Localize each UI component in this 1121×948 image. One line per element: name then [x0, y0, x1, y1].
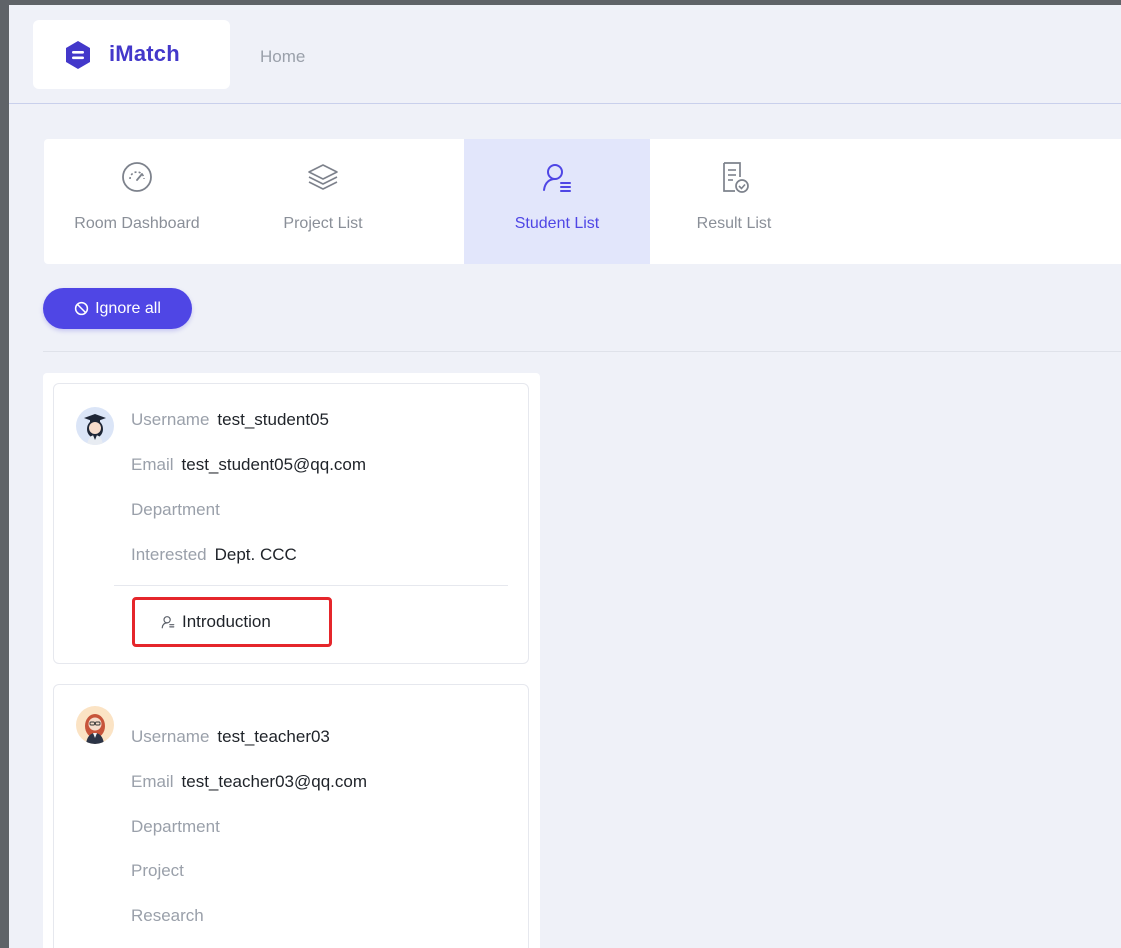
tab-label: Room Dashboard: [74, 215, 200, 232]
document-check-icon: [723, 162, 749, 193]
tab-bar: Room Dashboard Project List Student List: [44, 139, 1121, 264]
field-key: Email: [131, 772, 174, 791]
avatar: [76, 706, 114, 744]
user-list-icon: [543, 164, 571, 192]
student-avatar-icon: [84, 414, 106, 445]
field-email: Email test_teacher03@qq.com: [131, 772, 367, 792]
tab-label: Result List: [696, 215, 772, 232]
user-card: Username test_teacher03 Email test_teacher…: [53, 684, 529, 948]
card-list: Username test_student05 Email test_student…: [43, 373, 540, 948]
field-department: Department: [131, 500, 228, 520]
ignore-all-label: Ignore all: [95, 299, 161, 317]
field-value: test_teacher03: [217, 727, 330, 746]
top-bar: iMatch Home: [9, 5, 1121, 104]
teacher-avatar-icon: [85, 714, 105, 744]
field-username: Username test_teacher03: [131, 727, 330, 747]
app-window: iMatch Home Room Dashboard Project List: [9, 5, 1121, 948]
introduction-label: Introduction: [182, 612, 271, 631]
layers-icon: [308, 164, 338, 190]
logo[interactable]: iMatch: [33, 20, 230, 89]
tab-room-dashboard[interactable]: Room Dashboard: [44, 139, 230, 264]
field-value: test_student05: [217, 410, 329, 429]
user-card: Username test_student05 Email test_student…: [53, 383, 529, 664]
field-interested: Interested Dept. CCC: [131, 545, 297, 565]
field-username: Username test_student05: [131, 410, 329, 430]
tab-student-list[interactable]: Student List: [464, 139, 650, 264]
tab-label: Project List: [283, 215, 363, 232]
app-name: iMatch: [109, 41, 180, 66]
field-value: Dept. CCC: [214, 545, 297, 564]
user-list-icon: [161, 616, 175, 629]
tab-label: Student List: [514, 215, 600, 232]
introduction-button[interactable]: Introduction: [132, 597, 332, 647]
field-key: Department: [131, 817, 220, 836]
field-value: test_student05@qq.com: [181, 455, 367, 474]
divider: [43, 351, 1121, 352]
field-value: test_teacher03@qq.com: [181, 772, 367, 791]
dashboard-gauge-icon: [122, 162, 152, 192]
ignore-all-button[interactable]: Ignore all: [43, 288, 192, 329]
tab-result-list[interactable]: Result List: [641, 139, 827, 264]
card-divider: [114, 585, 508, 586]
tab-project-list[interactable]: Project List: [230, 139, 416, 264]
home-link[interactable]: Home: [260, 47, 305, 67]
field-department: Department: [131, 817, 228, 837]
imatch-logo-icon: [66, 41, 90, 69]
field-key: Username: [131, 727, 210, 746]
field-key: Email: [131, 455, 174, 474]
field-research: Research: [131, 906, 212, 926]
field-key: Username: [131, 410, 210, 429]
field-key: Department: [131, 500, 220, 519]
field-key: Interested: [131, 545, 207, 564]
field-key: Project: [131, 861, 184, 880]
ban-icon: [74, 301, 89, 316]
field-project: Project: [131, 861, 192, 881]
field-email: Email test_student05@qq.com: [131, 455, 366, 475]
field-key: Research: [131, 906, 204, 925]
avatar: [76, 407, 114, 445]
